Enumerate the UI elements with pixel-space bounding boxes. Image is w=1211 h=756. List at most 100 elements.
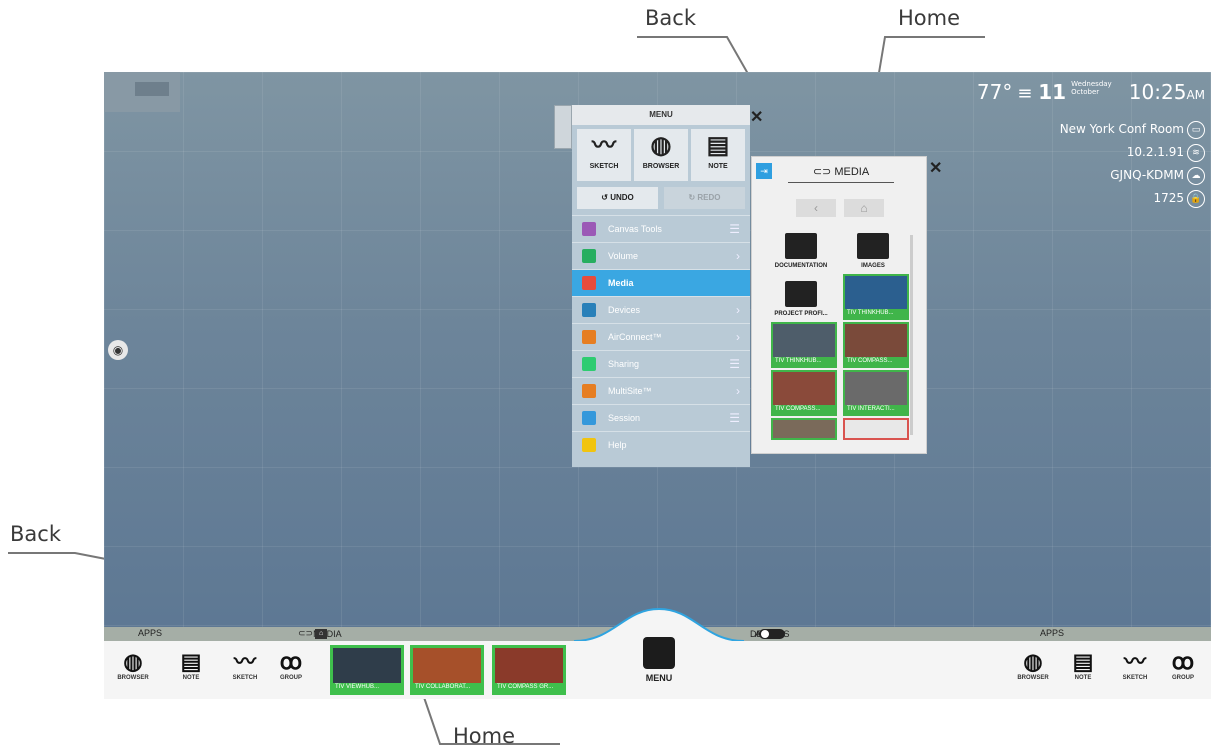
weather-icon: ≡: [1017, 83, 1039, 104]
apps-label-left: APPS: [138, 628, 163, 638]
menu-item-devices[interactable]: Devices ›: [572, 296, 750, 323]
devices-icon: [582, 303, 596, 317]
media-close-icon[interactable]: ✕: [929, 158, 942, 178]
dock-media-thumb[interactable]: TIV COLLABORAT...: [410, 645, 484, 695]
clock-ampm: AM: [1186, 88, 1205, 102]
menu-drag-handle[interactable]: [554, 105, 572, 149]
apps-label-right: APPS: [1040, 628, 1065, 638]
folder-project-profiles[interactable]: PROJECT PROFI...: [768, 281, 834, 317]
globe-icon: ◍: [650, 132, 672, 159]
canvas-tools-icon: [582, 222, 596, 236]
dock-note-right[interactable]: ▤ NOTE: [1060, 649, 1106, 681]
menu-app-sketch[interactable]: 〰 SKETCH: [577, 129, 631, 181]
folder-icon: [785, 281, 817, 307]
dock-sketch-right[interactable]: 〰 SKETCH: [1112, 649, 1158, 681]
dock-browser-left[interactable]: ◍ BROWSER: [110, 649, 156, 681]
folder-documentation[interactable]: DOCUMENTATION: [768, 233, 834, 269]
dock-group-left[interactable]: ꝏ GROUP: [268, 649, 314, 681]
sketch-icon: 〰: [233, 649, 256, 674]
menu-item-volume[interactable]: Volume ›: [572, 242, 750, 269]
clock-time: 10:25: [1128, 80, 1187, 104]
list-icon: ☰: [729, 357, 740, 371]
canvas-screen[interactable]: ◉ 77° ≡ 11 Wednesday October 10:25AM New…: [104, 72, 1211, 699]
media-photo[interactable]: TIV COMPASS...: [771, 370, 837, 416]
lock-icon: 🔒: [1187, 189, 1205, 208]
callout-home-top: Home: [898, 6, 961, 30]
group-icon: ꝏ: [279, 649, 303, 674]
media-document[interactable]: [843, 418, 909, 440]
dock-group-right[interactable]: ꝏ GROUP: [1160, 649, 1206, 681]
menu-item-media[interactable]: Media: [572, 269, 750, 296]
menu-item-canvas-tools[interactable]: Canvas Tools ☰: [572, 215, 750, 242]
media-photo[interactable]: TIV INTERACTI...: [843, 370, 909, 416]
temperature: 77°: [976, 80, 1013, 104]
chevron-right-icon: ›: [736, 249, 740, 263]
volume-icon: [582, 249, 596, 263]
export-icon[interactable]: ⇥: [756, 163, 772, 179]
menu-app-browser[interactable]: ◍ BROWSER: [634, 129, 688, 181]
callout-home-bottom: Home: [453, 724, 516, 748]
connect-code: GJNQ-KDMM: [1110, 168, 1184, 182]
group-icon: ꝏ: [1171, 649, 1195, 674]
dock-menu-button[interactable]: MENU: [624, 631, 694, 683]
dock-note-left[interactable]: ▤ NOTE: [168, 649, 214, 681]
auto-toggle[interactable]: [759, 629, 786, 639]
chevron-right-icon: ›: [736, 303, 740, 317]
globe-icon: ◍: [123, 649, 143, 674]
home-button[interactable]: ⌂: [844, 199, 884, 217]
media-photo[interactable]: TIV COMPASS...: [843, 322, 909, 368]
folder-icon: [857, 233, 889, 259]
menu-item-session[interactable]: Session ☰: [572, 404, 750, 431]
menu-close-icon[interactable]: ✕: [750, 107, 763, 127]
menu-item-sharing[interactable]: Sharing ☰: [572, 350, 750, 377]
menu-item-airconnect[interactable]: AirConnect™ ›: [572, 323, 750, 350]
dock-sketch-left[interactable]: 〰 SKETCH: [222, 649, 268, 681]
globe-icon: ◍: [1023, 649, 1043, 674]
callout-back-left: Back: [10, 522, 61, 546]
note-icon: ▤: [1072, 649, 1094, 674]
ip-address: 10.2.1.91: [1126, 145, 1184, 159]
back-button[interactable]: ‹: [796, 199, 836, 217]
callout-back-top: Back: [645, 6, 696, 30]
sharing-icon: [582, 357, 596, 371]
wifi-icon: ≋: [1187, 143, 1205, 162]
palette-icon[interactable]: ◉: [108, 340, 128, 360]
note-icon: ▤: [180, 649, 202, 674]
cloud-icon: ☁: [1187, 166, 1205, 185]
sketch-icon: 〰: [1123, 649, 1146, 674]
media-scrollbar[interactable]: [910, 235, 913, 435]
menu-title: MENU: [572, 105, 750, 125]
chevron-right-icon: ›: [736, 384, 740, 398]
dock-media-thumb[interactable]: TIV VIEWHUB...: [330, 645, 404, 695]
pin-code: 1725: [1153, 191, 1184, 205]
media-photo[interactable]: TIV THINKHUB...: [771, 322, 837, 368]
dock-browser-right[interactable]: ◍ BROWSER: [1010, 649, 1056, 681]
main-menu: MENU 〰 SKETCH ◍ BROWSER ▤ NOTE ↺ UNDO ↻ RED…: [572, 105, 750, 467]
media-photo[interactable]: TIV THINKHUB...: [843, 274, 909, 320]
weekday: Wednesday: [1071, 80, 1112, 88]
dock-media: ⊂⊃ MEDIA‹⌂: [298, 628, 342, 639]
month: October: [1071, 88, 1100, 96]
undo-button[interactable]: ↺ UNDO: [577, 187, 658, 209]
folder-images[interactable]: IMAGES: [840, 233, 906, 269]
menu-app-note[interactable]: ▤ NOTE: [691, 129, 745, 181]
media-title: ⊂⊃ MEDIA: [788, 165, 894, 183]
media-photo[interactable]: [771, 418, 837, 440]
menu-item-multisite[interactable]: MultiSite™ ›: [572, 377, 750, 404]
redo-button[interactable]: ↻ REDO: [664, 187, 745, 209]
media-icon: [582, 276, 596, 290]
session-icon: [582, 411, 596, 425]
folder-icon: [785, 233, 817, 259]
dock-home-button[interactable]: ⌂: [315, 629, 328, 639]
menu-item-help[interactable]: Help: [572, 431, 750, 458]
date-day: 11: [1038, 80, 1067, 104]
canvas-minimap[interactable]: [104, 72, 180, 112]
note-icon: ▤: [706, 132, 730, 159]
status-header: 77° ≡ 11 Wednesday October 10:25AM: [925, 80, 1205, 104]
dock-media-thumb[interactable]: TIV COMPASS GR...: [492, 645, 566, 695]
media-panel: ⇥ ⊂⊃ MEDIA ‹ ⌂ DOCUMENTATION IMAGES PROJ…: [751, 156, 927, 454]
dock-devices: DEVICES AUTO: [750, 628, 790, 639]
display-icon: ▭: [1187, 120, 1205, 139]
menu-logo-icon: [643, 637, 675, 669]
sketch-icon: 〰: [592, 132, 616, 159]
